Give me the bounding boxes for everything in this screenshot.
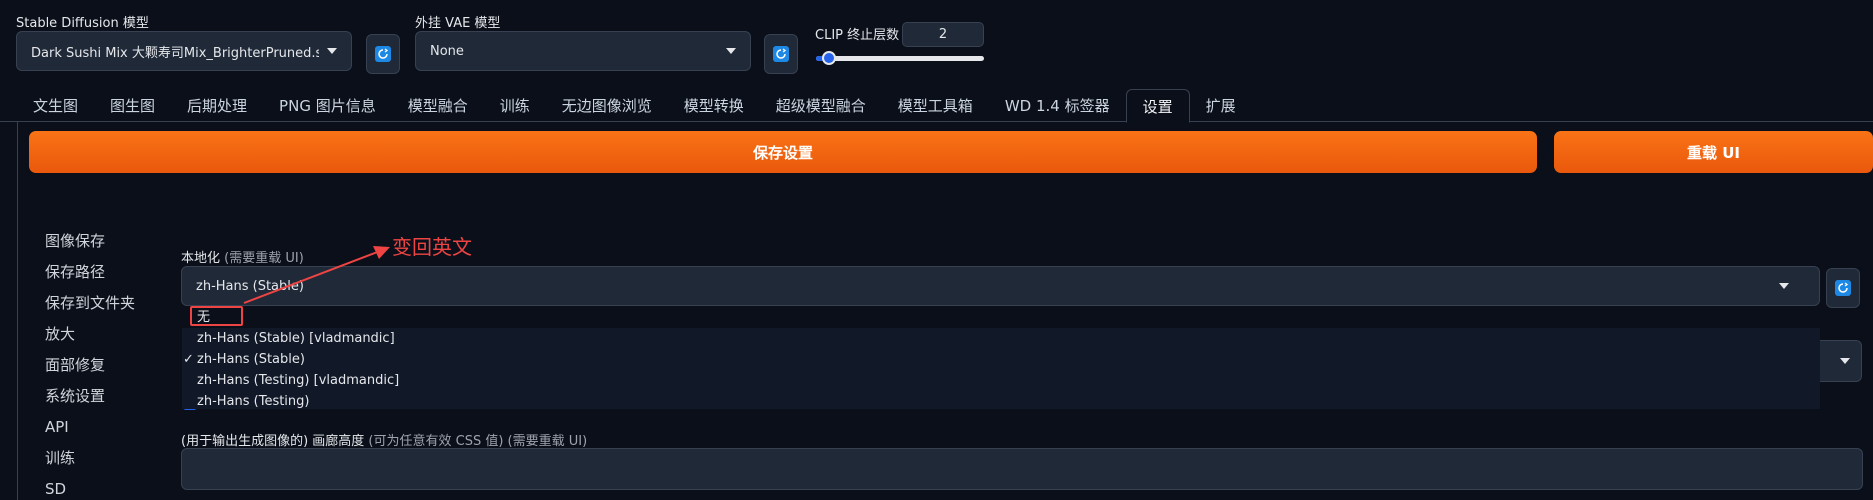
webui-root: Stable Diffusion 模型 Dark Sushi Mix 大颗寿司M… — [0, 0, 1873, 500]
tab-9[interactable]: 模型工具箱 — [882, 89, 989, 122]
dropdown-option-label: zh-Hans (Testing) — [197, 394, 310, 409]
sidebar-item-4[interactable]: 面部修复 — [45, 354, 135, 385]
clip-skip-input[interactable]: 2 — [902, 22, 984, 47]
tab-5[interactable]: 训练 — [484, 89, 546, 122]
sd-model-refresh-button[interactable] — [366, 34, 400, 74]
tab-0[interactable]: 文生图 — [17, 89, 94, 122]
vae-label: 外挂 VAE 模型 — [415, 16, 501, 31]
reload-ui-button[interactable]: 重载 UI — [1554, 131, 1873, 173]
tab-10[interactable]: WD 1.4 标签器 — [989, 89, 1126, 122]
tab-1[interactable]: 图生图 — [94, 89, 171, 122]
dropdown-option-label: zh-Hans (Stable) — [197, 352, 305, 367]
vae-select[interactable]: None — [415, 31, 751, 71]
refresh-icon — [1835, 280, 1851, 296]
tab-12[interactable]: 扩展 — [1190, 89, 1252, 122]
gallery-height-input[interactable] — [181, 448, 1863, 490]
sidebar-item-0[interactable]: 图像保存 — [45, 230, 135, 261]
gallery-height-label-note: (可为任意有效 CSS 值) (需要重载 UI) — [368, 434, 588, 449]
tab-2[interactable]: 后期处理 — [171, 89, 263, 122]
localization-select[interactable]: zh-Hans (Stable) — [181, 266, 1820, 306]
sd-model-label: Stable Diffusion 模型 — [16, 16, 149, 31]
chevron-down-icon — [1779, 283, 1789, 289]
localization-refresh-button[interactable] — [1826, 268, 1860, 308]
sidebar-item-6[interactable]: API — [45, 416, 135, 447]
dropdown-option[interactable]: ✓ zh-Hans (Stable) — [182, 349, 1820, 370]
localization-value: zh-Hans (Stable) — [196, 278, 304, 294]
dropdown-option-label: zh-Hans (Stable) [vladmandic] — [197, 331, 395, 346]
chevron-down-icon — [327, 48, 337, 54]
sidebar-item-1[interactable]: 保存路径 — [45, 261, 135, 292]
localization-dropdown-list: 无 zh-Hans (Stable) [vladmandic] ✓ zh-Hans (… — [182, 307, 1820, 409]
localization-label-text: 本地化 — [181, 251, 221, 266]
tab-4[interactable]: 模型融合 — [392, 89, 484, 122]
save-settings-button[interactable]: 保存设置 — [29, 131, 1537, 173]
annotation-text: 变回英文 — [392, 235, 472, 259]
dropdown-option[interactable]: zh-Hans (Stable) [vladmandic] — [182, 328, 1820, 349]
settings-sidebar: 图像保存 保存路径 保存到文件夹 放大 面部修复 系统设置 API 训练 SD — [45, 230, 135, 500]
tab-6[interactable]: 无边图像浏览 — [546, 89, 668, 122]
gallery-height-label-text: (用于输出生成图像的) 画廊高度 — [181, 434, 365, 449]
dropdown-option[interactable]: 无 — [182, 307, 1820, 328]
tab-7[interactable]: 模型转换 — [668, 89, 760, 122]
main-tabs: 文生图 图生图 后期处理 PNG 图片信息 模型融合 训练 无边图像浏览 模型转换 超级模型融合… — [0, 89, 1873, 123]
clip-skip-label: CLIP 终止层数 — [815, 28, 900, 43]
dropdown-option-label: zh-Hans (Testing) [vladmandic] — [197, 373, 400, 388]
gallery-height-label: (用于输出生成图像的) 画廊高度 (可为任意有效 CSS 值) (需要重载 UI… — [181, 430, 587, 449]
annotation-arrow-icon — [243, 246, 390, 304]
sd-model-value: Dark Sushi Mix 大颗寿司Mix_BrighterPruned.sa — [31, 45, 319, 61]
tab-8[interactable]: 超级模型融合 — [760, 89, 882, 122]
tab-3[interactable]: PNG 图片信息 — [263, 89, 392, 122]
clip-skip-slider-thumb[interactable] — [822, 51, 837, 65]
annotation-highlight-box — [190, 306, 243, 326]
check-icon: ✓ — [183, 352, 194, 367]
dropdown-option[interactable]: zh-Hans (Testing) [vladmandic] — [182, 370, 1820, 391]
sidebar-item-5[interactable]: 系统设置 — [45, 385, 135, 416]
chevron-down-icon — [1839, 358, 1850, 364]
refresh-icon — [375, 46, 391, 62]
sidebar-item-8[interactable]: SD — [45, 478, 135, 500]
vae-refresh-button[interactable] — [764, 34, 798, 74]
hidden-select-caret[interactable] — [1820, 340, 1862, 382]
chevron-down-icon — [726, 48, 736, 54]
clip-skip-slider[interactable] — [816, 51, 984, 65]
sidebar-item-3[interactable]: 放大 — [45, 323, 135, 354]
sd-model-select[interactable]: Dark Sushi Mix 大颗寿司Mix_BrighterPruned.sa — [16, 31, 352, 71]
dropdown-option[interactable]: zh-Hans (Testing) — [182, 391, 1820, 412]
vae-value: None — [430, 43, 464, 59]
refresh-icon — [773, 46, 789, 62]
sidebar-item-7[interactable]: 训练 — [45, 447, 135, 478]
sidebar-item-2[interactable]: 保存到文件夹 — [45, 292, 135, 323]
tab-11[interactable]: 设置 — [1125, 89, 1190, 123]
